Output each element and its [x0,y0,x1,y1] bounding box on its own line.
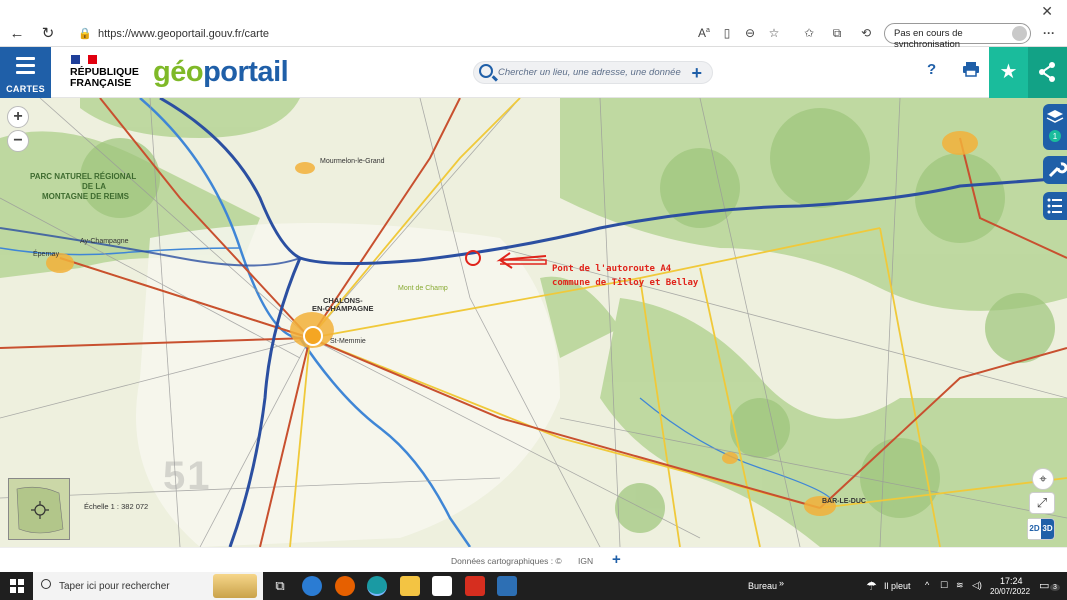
task-view-icon[interactable]: ⧉ [270,576,290,596]
wifi-icon[interactable]: ≋ [956,580,964,591]
search-highlight-image [213,574,257,598]
search-icon [41,579,51,589]
close-window-icon[interactable]: ✕ [1041,3,1053,20]
map-canvas[interactable]: CHALONS- EN-CHAMPAGNE St-Memmie Mourmelo… [0,98,1067,547]
marianne-flag-icon [71,55,98,64]
attribution-text: Données cartographiques : © [451,556,562,566]
lock-icon: 🔒 [78,28,92,40]
reader-mode-icon[interactable]: ▯ [718,26,736,40]
zoom-out-button[interactable]: − [7,130,29,152]
volume-icon[interactable]: ◁) [972,580,982,591]
republique-francaise-logo[interactable]: RÉPUBLIQUE FRANÇAISE [70,67,139,89]
attribution-more-button[interactable]: + [612,551,621,568]
windows-taskbar: Taper ici pour rechercher ⧉ Bureau » ☂ I… [0,572,1067,600]
share-button[interactable] [1028,47,1067,98]
url-text: https://www.geoportail.gouv.fr/carte [98,28,269,40]
network-icon[interactable]: ☐ [940,580,948,591]
tools-wrench-button[interactable] [1043,156,1067,184]
layers-icon: 1 [1046,110,1064,142]
notification-count: 3 [1050,584,1060,591]
map-scale-label: Échelle 1 : 382 072 [84,502,149,511]
edge-browser-icon[interactable] [367,576,387,596]
place-label: Ay-Champagne [80,238,129,245]
notifications-icon[interactable]: ▭ [1039,579,1049,592]
photos-app-icon[interactable] [497,576,517,596]
search-icon [479,64,493,78]
city-marker [303,326,323,346]
place-label: PARC NATUREL RÉGIONAL [30,172,137,181]
place-label: St-Memmie [330,338,366,345]
place-label: DE LA [82,182,106,191]
taskbar-search-placeholder: Taper ici pour rechercher [59,581,170,592]
add-favorite-icon[interactable]: ☆ [765,26,783,40]
browser-tabstrip: ✕ [0,0,1067,22]
search-placeholder: Chercher un lieu, une adresse, une donné… [498,67,681,78]
red-app-icon[interactable] [465,576,485,596]
print-icon[interactable] [962,61,980,77]
place-search-input[interactable]: Chercher un lieu, une adresse, une donné… [473,61,713,84]
weather-app-icon[interactable] [302,576,322,596]
cartes-menu-button[interactable]: CARTES [0,47,51,98]
favorites-icon[interactable]: ✩ [800,26,818,40]
overview-minimap[interactable] [8,478,70,540]
map-attribution-bar: Données cartographiques : © IGN + [0,547,1067,572]
bureau-toolbar-label[interactable]: Bureau [748,581,777,591]
weather-label[interactable]: Il pleut [884,581,911,591]
more-menu-icon[interactable]: ··· [1040,26,1058,40]
back-arrow-icon[interactable]: ← [6,24,28,44]
history-icon[interactable]: ⟲ [857,26,875,40]
collections-icon[interactable]: ⧉ [828,26,846,41]
zoom-out-icon[interactable]: ⊖ [741,26,759,40]
zoom-in-button[interactable]: + [7,106,29,128]
browser-toolbar: ← ↻ 🔒 https://www.geoportail.gouv.fr/car… [0,22,1067,50]
address-bar[interactable]: 🔒 https://www.geoportail.gouv.fr/carte [70,24,790,45]
department-number-label: 51 [163,454,212,498]
place-label: Mont de Champ [398,285,448,292]
firefox-icon[interactable] [335,576,355,596]
annotation-line1: Pont de l'autoroute A4 [552,264,672,274]
taskbar-search-box[interactable]: Taper ici pour rechercher [33,572,263,600]
annotation-line2: commune de Tilloy et Bellay [552,278,699,288]
help-button[interactable]: ? [927,61,936,78]
svg-text:1: 1 [1053,132,1058,141]
file-explorer-icon[interactable] [400,576,420,596]
profile-avatar [1012,26,1027,41]
windows-start-icon[interactable] [10,579,24,593]
document-app-icon[interactable] [432,576,452,596]
fullscreen-icon[interactable]: ⤢ [1029,492,1055,514]
place-label: Épernay [33,251,60,258]
rain-weather-icon: ☂ [866,579,877,593]
chevron-icon[interactable]: » [779,578,784,588]
place-label: MONTAGNE DE REIMS [42,192,129,201]
layers-button[interactable]: 1 [1043,104,1067,150]
logo-portail: portail [203,56,289,88]
reload-icon[interactable]: ↻ [37,24,59,44]
tray-expand-icon[interactable]: ^ [925,580,929,590]
clock-date[interactable]: 20/07/2022 [990,587,1030,596]
map-tiles [0,98,1067,547]
favorites-star-button[interactable]: ★ [989,47,1028,98]
list-icon [1047,198,1062,214]
sync-status-button[interactable]: Pas en cours de synchronisation [884,23,1031,50]
toggle-2d[interactable]: 2D [1028,519,1041,539]
place-label: Mourmelon-le-Grand [320,158,385,165]
toggle-3d[interactable]: 3D [1041,519,1054,539]
wrench-icon [1048,162,1067,178]
republique-line2: FRANÇAISE [70,77,132,89]
legend-list-button[interactable] [1043,192,1067,220]
site-header: CARTES RÉPUBLIQUE FRANÇAISE géoportail C… [0,47,1067,98]
hamburger-icon [16,57,35,78]
share-icon [1039,62,1055,82]
geolocate-icon[interactable]: ⌖ [1032,468,1054,490]
cartes-menu-label: CARTES [6,84,45,94]
ign-link[interactable]: IGN [578,556,593,566]
place-label: EN-CHAMPAGNE [312,304,374,313]
geoportail-logo[interactable]: géoportail [153,56,289,89]
place-label: BAR-LE-DUC [822,498,866,505]
read-aloud-icon[interactable]: Aa [695,26,713,40]
advanced-search-plus-icon[interactable]: + [691,62,702,84]
logo-geo: géo [153,56,204,88]
clock-time[interactable]: 17:24 [1000,576,1023,586]
